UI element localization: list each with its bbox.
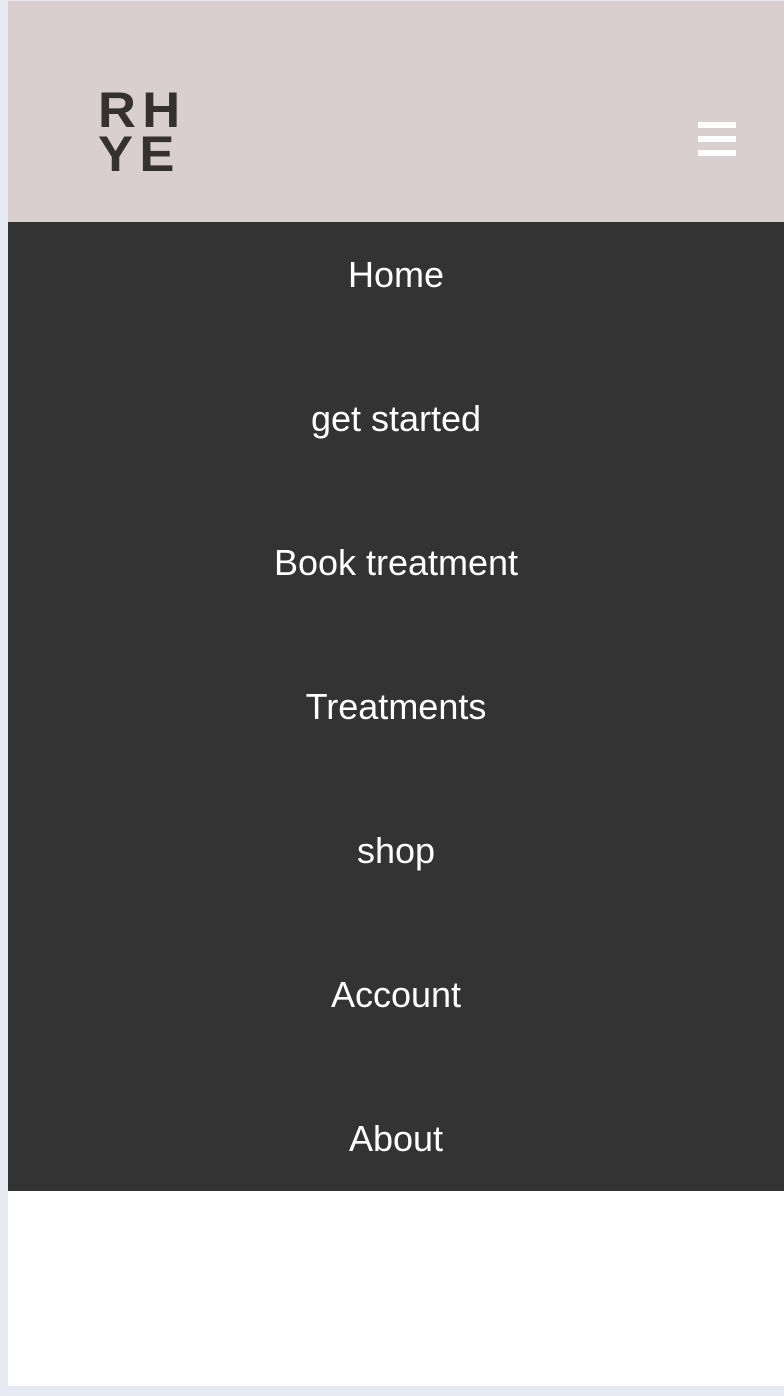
nav-item-home[interactable]: Home — [8, 222, 784, 347]
nav-menu: Home get started Book treatment Treatmen… — [8, 222, 784, 1191]
nav-item-about[interactable]: About — [8, 1067, 784, 1191]
nav-item-book-treatment[interactable]: Book treatment — [8, 491, 784, 635]
nav-item-treatments[interactable]: Treatments — [8, 635, 784, 779]
page: RH YE Home get started Book treatment Tr… — [8, 1, 784, 1386]
nav-item-shop[interactable]: shop — [8, 779, 784, 923]
brand-logo[interactable]: RH YE — [98, 85, 209, 183]
nav-item-account[interactable]: Account — [8, 923, 784, 1067]
site-header: RH YE — [8, 1, 784, 222]
hamburger-icon — [698, 122, 736, 128]
logo-line-2: YE — [98, 126, 181, 182]
hamburger-icon — [698, 136, 736, 142]
hamburger-menu-button[interactable] — [698, 122, 736, 156]
nav-item-get-started[interactable]: get started — [8, 347, 784, 491]
hamburger-icon — [698, 150, 736, 156]
